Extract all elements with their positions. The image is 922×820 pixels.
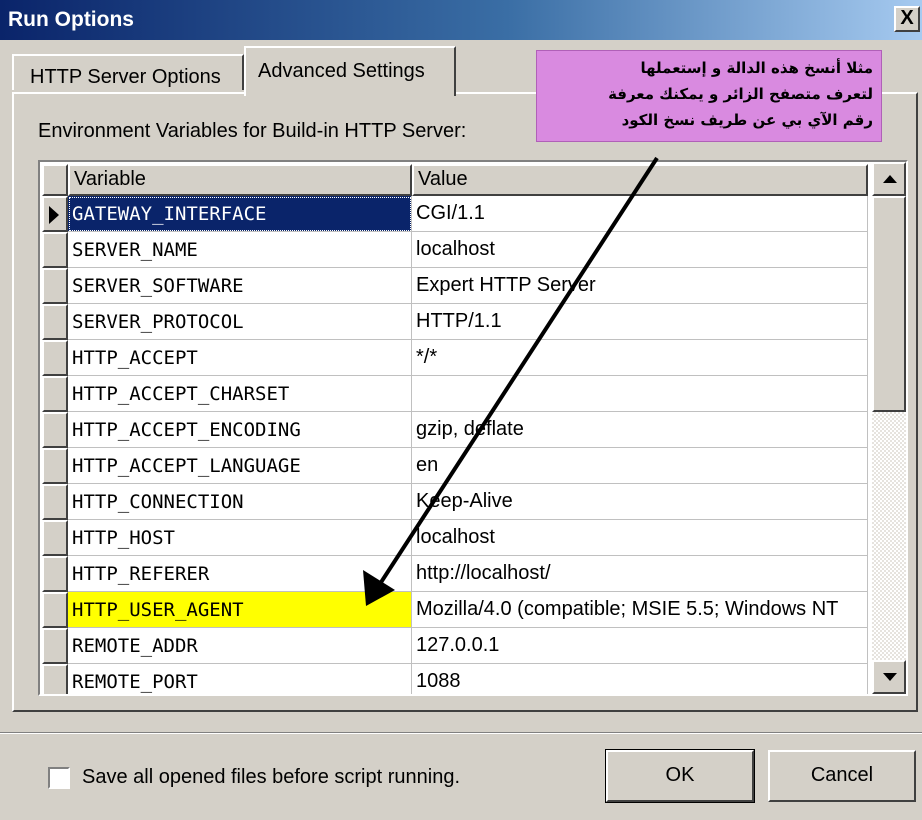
separator [0,732,922,734]
variable-cell[interactable]: HTTP_ACCEPT [68,340,412,376]
value-cell[interactable]: HTTP/1.1 [412,304,868,340]
cancel-button[interactable]: Cancel [768,750,916,802]
table-row[interactable]: SERVER_SOFTWARE Expert HTTP Server [42,268,868,304]
variable-cell[interactable]: REMOTE_ADDR [68,628,412,664]
variable-cell[interactable]: HTTP_CONNECTION [68,484,412,520]
table-row[interactable]: HTTP_USER_AGENT Mozilla/4.0 (compatible; … [42,592,868,628]
row-indicator[interactable] [42,448,68,484]
advanced-settings-panel: Environment Variables for Build-in HTTP … [12,92,918,712]
value-cell[interactable]: */* [412,340,868,376]
arrow-up-icon [883,175,897,183]
table-row[interactable]: SERVER_NAME localhost [42,232,868,268]
header-indicator-cell [42,164,68,196]
value-cell[interactable]: localhost [412,232,868,268]
grid-body: Variable Value GATEWAY_INTERFACE CGI/1.1 S… [42,164,868,694]
column-header-value[interactable]: Value [412,164,868,196]
scroll-up-button[interactable] [872,162,906,196]
table-row[interactable]: HTTP_ACCEPT */* [42,340,868,376]
variable-cell[interactable]: HTTP_USER_AGENT [68,592,412,628]
env-variables-label: Environment Variables for Build-in HTTP … [38,120,467,142]
tab-label: HTTP Server Options [30,66,221,88]
env-variables-grid[interactable]: Variable Value GATEWAY_INTERFACE CGI/1.1 S… [38,160,908,696]
annotation-line: لتعرف متصفح الزائر و يمكنك معرفة [608,85,873,103]
row-indicator[interactable] [42,340,68,376]
close-button[interactable]: X [894,6,920,32]
value-cell[interactable]: localhost [412,520,868,556]
variable-cell[interactable]: HTTP_ACCEPT_LANGUAGE [68,448,412,484]
variable-cell[interactable]: HTTP_ACCEPT_ENCODING [68,412,412,448]
row-indicator[interactable] [42,196,68,232]
variable-cell[interactable]: HTTP_REFERER [68,556,412,592]
vertical-scrollbar[interactable] [872,162,906,694]
row-indicator[interactable] [42,484,68,520]
variable-cell[interactable]: HTTP_ACCEPT_CHARSET [68,376,412,412]
row-indicator[interactable] [42,664,68,694]
save-files-option[interactable]: Save all opened files before script runn… [48,764,568,794]
table-row[interactable]: HTTP_ACCEPT_LANGUAGE en [42,448,868,484]
ok-button[interactable]: OK [605,749,755,803]
save-files-label: Save all opened files before script runn… [82,766,461,788]
tab-http-server-options[interactable]: HTTP Server Options [12,54,244,90]
tab-advanced-settings[interactable]: Advanced Settings [244,46,456,96]
column-header-variable[interactable]: Variable [68,164,412,196]
row-indicator[interactable] [42,520,68,556]
row-indicator[interactable] [42,232,68,268]
variable-cell[interactable]: SERVER_NAME [68,232,412,268]
row-indicator[interactable] [42,556,68,592]
table-row[interactable]: REMOTE_PORT 1088 [42,664,868,694]
close-icon: X [900,7,914,29]
row-indicator[interactable] [42,304,68,340]
save-files-checkbox[interactable] [48,767,70,789]
table-row[interactable]: HTTP_HOST localhost [42,520,868,556]
annotation-line: مثلا أنسخ هذه الدالة و إستعملها [640,59,873,77]
value-cell[interactable]: CGI/1.1 [412,196,868,232]
value-cell[interactable]: gzip, deflate [412,412,868,448]
table-row[interactable]: GATEWAY_INTERFACE CGI/1.1 [42,196,868,232]
tab-label: Advanced Settings [258,60,425,82]
variable-cell[interactable]: HTTP_HOST [68,520,412,556]
variable-cell[interactable]: SERVER_PROTOCOL [68,304,412,340]
scroll-down-button[interactable] [872,660,906,694]
annotation-line: رقم الآي بي عن طريف نسخ الكود [621,111,873,129]
table-row[interactable]: HTTP_REFERER http://localhost/ [42,556,868,592]
variable-cell[interactable]: SERVER_SOFTWARE [68,268,412,304]
row-indicator[interactable] [42,412,68,448]
row-indicator[interactable] [42,628,68,664]
value-cell[interactable]: 127.0.0.1 [412,628,868,664]
title-bar: Run Options X [0,0,922,40]
value-cell[interactable]: Keep-Alive [412,484,868,520]
value-cell[interactable]: Mozilla/4.0 (compatible; MSIE 5.5; Windo… [412,592,868,628]
table-row[interactable]: HTTP_ACCEPT_CHARSET [42,376,868,412]
row-indicator[interactable] [42,592,68,628]
variable-cell[interactable]: REMOTE_PORT [68,664,412,694]
value-cell[interactable] [412,376,868,412]
current-row-arrow-icon [49,206,59,224]
window-title: Run Options [8,8,134,31]
value-cell[interactable]: Expert HTTP Server [412,268,868,304]
value-cell[interactable]: en [412,448,868,484]
variable-cell[interactable]: GATEWAY_INTERFACE [68,196,412,232]
value-cell[interactable]: 1088 [412,664,868,694]
table-row[interactable]: HTTP_ACCEPT_ENCODING gzip, deflate [42,412,868,448]
row-indicator[interactable] [42,376,68,412]
row-indicator[interactable] [42,268,68,304]
table-row[interactable]: REMOTE_ADDR 127.0.0.1 [42,628,868,664]
value-cell[interactable]: http://localhost/ [412,556,868,592]
annotation-note: مثلا أنسخ هذه الدالة و إستعملها لتعرف مت… [536,50,882,142]
table-row[interactable]: HTTP_CONNECTION Keep-Alive [42,484,868,520]
scrollbar-thumb[interactable] [872,196,906,412]
table-row[interactable]: SERVER_PROTOCOL HTTP/1.1 [42,304,868,340]
arrow-down-icon [883,673,897,681]
grid-header: Variable Value [42,164,868,196]
